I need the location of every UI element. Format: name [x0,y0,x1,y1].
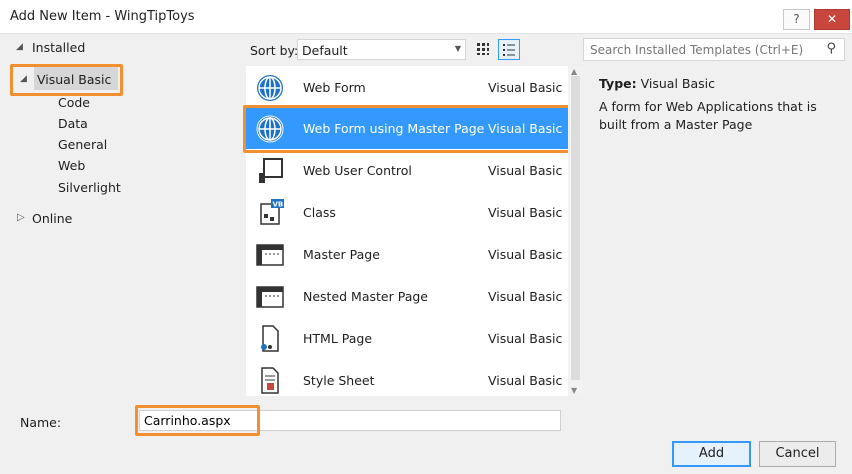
search-input[interactable]: Search Installed Templates (Ctrl+E) ⚲ [583,38,845,61]
highlight-name-field [135,405,260,436]
template-name: Master Page [303,247,380,262]
html-page-icon [261,325,279,352]
style-sheet-icon [261,367,279,394]
search-placeholder: Search Installed Templates (Ctrl+E) [590,43,804,57]
tree-item-code[interactable]: Code [58,95,90,110]
template-name: Web User Control [303,163,412,178]
template-item-master-page[interactable]: Master Page Visual Basic [246,234,568,275]
tree-item-silverlight[interactable]: Silverlight [58,180,121,195]
tree-item-web[interactable]: Web [58,158,85,173]
template-item-html-page[interactable]: HTML Page Visual Basic [246,318,568,359]
tree-item-installed[interactable]: Installed [32,40,85,55]
template-description: A form for Web Applications that is buil… [599,99,817,132]
expanded-arrow-icon[interactable]: ◢ [16,42,23,52]
tree-item-online[interactable]: Online [32,211,72,226]
close-button[interactable]: ✕ [814,9,850,30]
template-language: Visual Basic [488,80,563,95]
template-language: Visual Basic [488,289,563,304]
grid-view-icon [477,43,489,55]
template-item-class[interactable]: VB Class Visual Basic [246,192,568,233]
sort-by-dropdown[interactable]: Default ▼ [297,39,466,60]
template-language: Visual Basic [488,247,563,262]
chevron-down-icon: ▼ [454,44,461,53]
master-page-icon [256,244,284,266]
template-name: Style Sheet [303,373,375,388]
list-view-icon [503,44,515,56]
highlight-web-form-master [243,105,582,153]
template-language: Visual Basic [488,163,563,178]
highlight-visual-basic [10,64,123,96]
collapsed-arrow-icon[interactable]: ▷ [17,212,25,223]
template-details-pane: Type: Visual Basic A form for Web Applic… [591,66,846,386]
globe-icon [257,75,283,101]
svg-text:VB: VB [273,201,284,209]
window-title: Add New Item - WingTipToys [10,9,195,24]
template-name: Class [303,205,336,220]
template-name: HTML Page [303,331,373,346]
list-view-button[interactable] [498,39,520,60]
help-button[interactable]: ? [783,9,810,30]
sort-by-value: Default [302,43,348,58]
vb-class-icon: VB [260,199,284,225]
scrollbar-thumb[interactable] [571,76,580,380]
tree-item-general[interactable]: General [58,137,107,152]
add-button[interactable]: Add [672,441,751,467]
name-label: Name: [20,415,62,430]
sort-by-label: Sort by: [250,43,299,58]
template-item-web-form[interactable]: Web Form Visual Basic [246,67,568,108]
template-item-web-user-control[interactable]: Web User Control Visual Basic [246,150,568,191]
scroll-up-arrow-icon[interactable]: ▲ [571,67,577,76]
template-item-nested-master-page[interactable]: Nested Master Page Visual Basic [246,276,568,317]
template-language: Visual Basic [488,205,563,220]
cancel-button[interactable]: Cancel [759,441,836,467]
medium-icons-view-button[interactable] [472,39,494,60]
template-item-style-sheet[interactable]: Style Sheet Visual Basic [246,360,568,401]
tree-item-data[interactable]: Data [58,116,88,131]
master-page-icon [256,286,284,308]
template-name: Web Form [303,80,366,95]
template-name: Nested Master Page [303,289,428,304]
template-type: Type: Visual Basic [599,76,715,91]
type-value: Visual Basic [640,76,715,91]
template-language: Visual Basic [488,373,563,388]
scroll-down-arrow-icon[interactable]: ▼ [571,386,577,395]
type-label: Type: [599,76,637,91]
search-icon[interactable]: ⚲ [826,41,836,56]
user-control-icon [259,158,283,183]
template-language: Visual Basic [488,331,563,346]
